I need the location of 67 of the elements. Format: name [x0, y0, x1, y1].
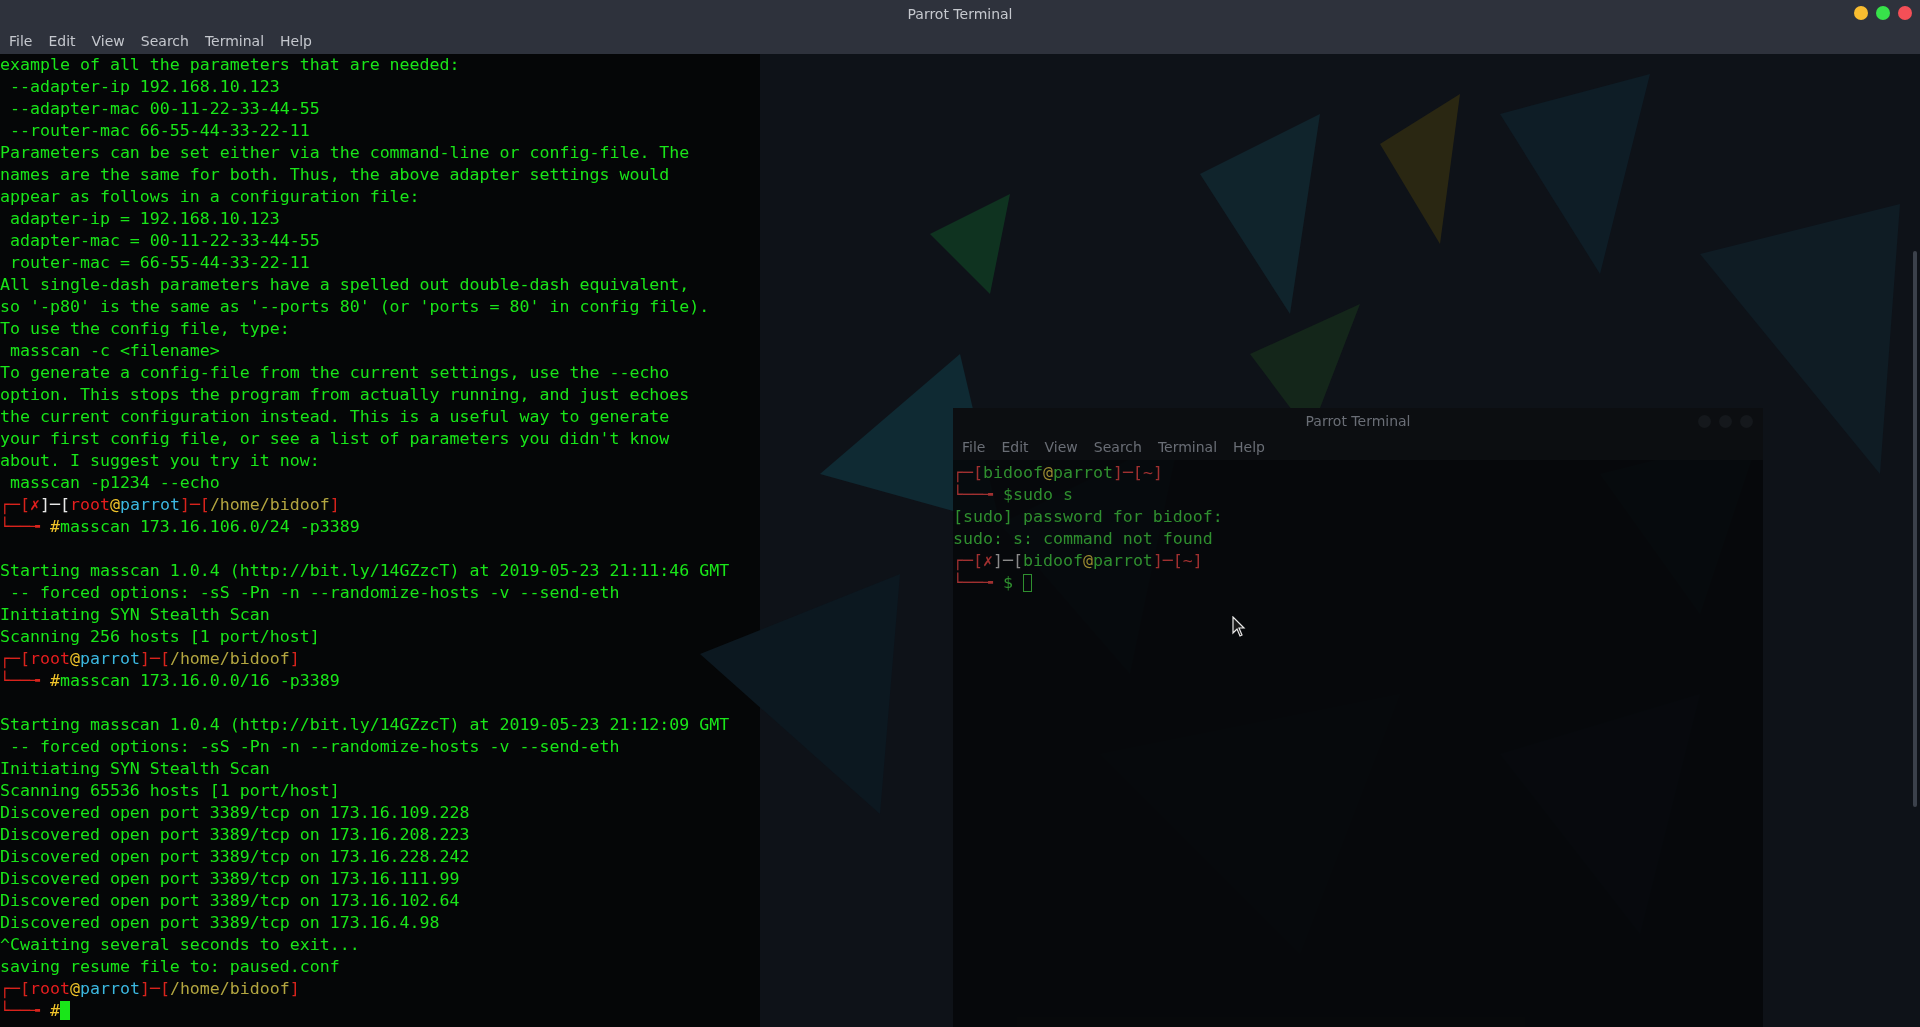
output-line: masscan -p1234 --echo — [9, 472, 220, 494]
output-line: the current configuration instead. This is a useful way to generate — [0, 406, 670, 428]
output-line: masscan -c <filename> — [9, 340, 220, 362]
prompt-line: ┌─[root@parrot]─[/home/bidoof] — [0, 978, 300, 1000]
output-line: adapter-ip = 192.168.10.123 — [9, 208, 280, 230]
menu-item[interactable]: Terminal — [199, 30, 270, 51]
window-title: Parrot Terminal — [1305, 413, 1411, 429]
output-line: --adapter-ip 192.168.10.123 — [9, 76, 280, 98]
prompt-line: └──╼ $sudo s — [953, 484, 1073, 506]
output-line: router-mac = 66-55-44-33-22-11 — [9, 252, 310, 274]
prompt-line: └──╼ #masscan 173.16.106.0/24 -p3389 — [0, 516, 360, 538]
prompt-line: ┌─[✗]─[bidoof@parrot]─[~] — [953, 550, 1203, 572]
prompt-line: └──╼ # — [0, 1000, 70, 1022]
output-line: Starting masscan 1.0.4 (http://bit.ly/14GZzcT) at 2019-05-23 21:12:09 GMT — [0, 714, 730, 736]
menu-item[interactable]: View — [1039, 437, 1083, 457]
prompt-line: └──╼ $ — [953, 572, 1032, 594]
menu-item[interactable]: Help — [1228, 437, 1270, 457]
output-line: sudo: s: command not found — [953, 528, 1213, 550]
output-line: Discovered open port 3389/tcp on 173.16.4.98 — [0, 912, 440, 934]
menu-item[interactable]: Edit — [996, 437, 1034, 457]
prompt-line: ┌─[bidoof@parrot]─[~] — [953, 462, 1163, 484]
output-line: so '-p80' is the same as '--ports 80' (or 'ports = 80' in config file). — [0, 296, 710, 318]
output-line: [sudo] password for bidoof: — [953, 506, 1223, 528]
output-line: adapter-mac = 00-11-22-33-44-55 — [9, 230, 320, 252]
output-line: saving resume file to: paused.conf — [0, 956, 340, 978]
output-line: Starting masscan 1.0.4 (http://bit.ly/14GZzcT) at 2019-05-23 21:11:46 GMT — [0, 560, 730, 582]
window-title: Parrot Terminal — [907, 5, 1013, 22]
menu-item[interactable]: Terminal — [1152, 437, 1223, 457]
output-line: Discovered open port 3389/tcp on 173.16.102.64 — [0, 890, 460, 912]
menu-item[interactable]: Search — [135, 30, 194, 51]
menu-item[interactable]: Help — [275, 30, 317, 51]
window-control[interactable] — [1854, 6, 1868, 20]
output-line: To generate a config-file from the current settings, use the --echo — [0, 362, 670, 384]
output-line: Discovered open port 3389/tcp on 173.16.208.223 — [0, 824, 470, 846]
window-control[interactable] — [1876, 6, 1890, 20]
menu-item[interactable]: View — [86, 30, 130, 51]
output-line: appear as follows in a configuration file: — [0, 186, 420, 208]
output-line: option. This stops the program from actually running, and just echoes — [0, 384, 690, 406]
output-line: To use the config file, type: — [0, 318, 290, 340]
output-line: ^Cwaiting several seconds to exit... — [0, 934, 360, 956]
prompt-line: └──╼ #masscan 173.16.0.0/16 -p3389 — [0, 670, 340, 692]
output-line: Scanning 65536 hosts [1 port/host] — [0, 780, 340, 802]
output-line: names are the same for both. Thus, the above adapter settings would — [0, 164, 670, 186]
output-line: Initiating SYN Stealth Scan — [0, 758, 270, 780]
menu-item[interactable]: File — [4, 30, 38, 51]
output-line: example of all the parameters that are needed: — [0, 54, 460, 76]
output-line: Discovered open port 3389/tcp on 173.16.228.242 — [0, 846, 470, 868]
output-line: Discovered open port 3389/tcp on 173.16.109.228 — [0, 802, 470, 824]
output-line: Scanning 256 hosts [1 port/host] — [0, 626, 320, 648]
menu-item[interactable]: Search — [1088, 437, 1147, 457]
output-line: -- forced options: -sS -Pn -n --randomize-hosts -v --send-eth — [9, 736, 620, 758]
prompt-line: ┌─[✗]─[root@parrot]─[/home/bidoof] — [0, 494, 340, 516]
output-line: about. I suggest you try it now: — [0, 450, 320, 472]
output-line: Discovered open port 3389/tcp on 173.16.111.99 — [0, 868, 460, 890]
output-line: All single-dash parameters have a spelled out double-dash equivalent, — [0, 274, 690, 296]
output-line: your first config file, or see a list of parameters you didn't know — [0, 428, 670, 450]
window-control[interactable] — [1898, 6, 1912, 20]
output-line: -- forced options: -sS -Pn -n --randomize-hosts -v --send-eth — [9, 582, 620, 604]
mouse-pointer-icon — [1232, 616, 1246, 638]
output-line: --router-mac 66-55-44-33-22-11 — [9, 120, 310, 142]
menu-item[interactable]: File — [957, 437, 991, 457]
menu-item[interactable]: Edit — [43, 30, 81, 51]
output-line: --adapter-mac 00-11-22-33-44-55 — [9, 98, 320, 120]
prompt-line: ┌─[root@parrot]─[/home/bidoof] — [0, 648, 300, 670]
output-line: Initiating SYN Stealth Scan — [0, 604, 270, 626]
scrollbar[interactable] — [1913, 251, 1917, 807]
output-line: Parameters can be set either via the command-line or config-file. The — [0, 142, 690, 164]
